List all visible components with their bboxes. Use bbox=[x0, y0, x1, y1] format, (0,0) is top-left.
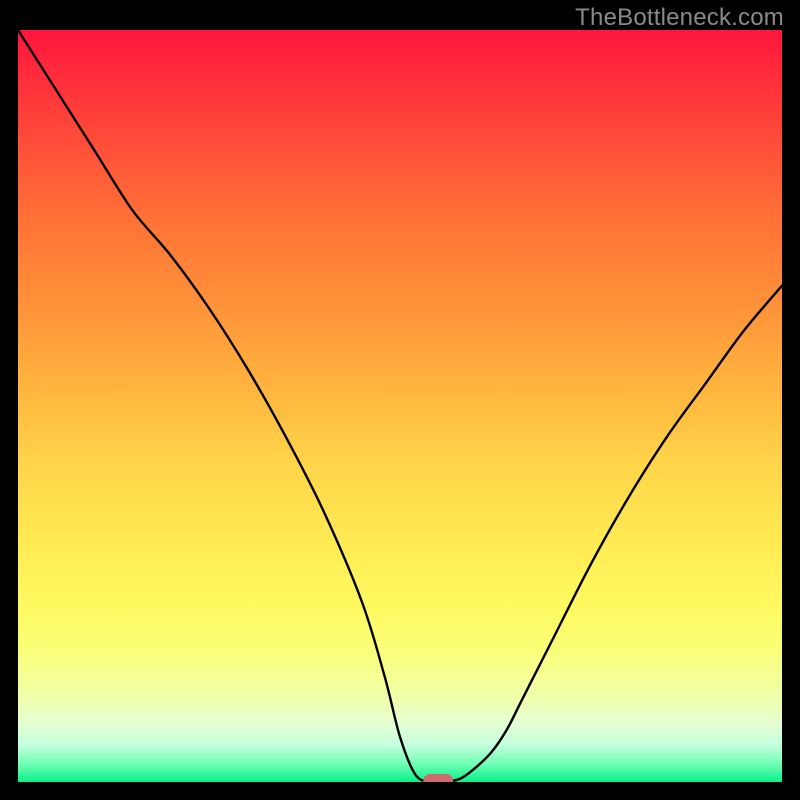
chart-svg bbox=[18, 30, 782, 782]
optimal-point-marker bbox=[423, 774, 453, 782]
bottleneck-curve bbox=[18, 30, 782, 782]
plot-area bbox=[18, 30, 782, 782]
watermark-text: TheBottleneck.com bbox=[575, 4, 784, 32]
chart-frame: TheBottleneck.com bbox=[0, 0, 800, 800]
